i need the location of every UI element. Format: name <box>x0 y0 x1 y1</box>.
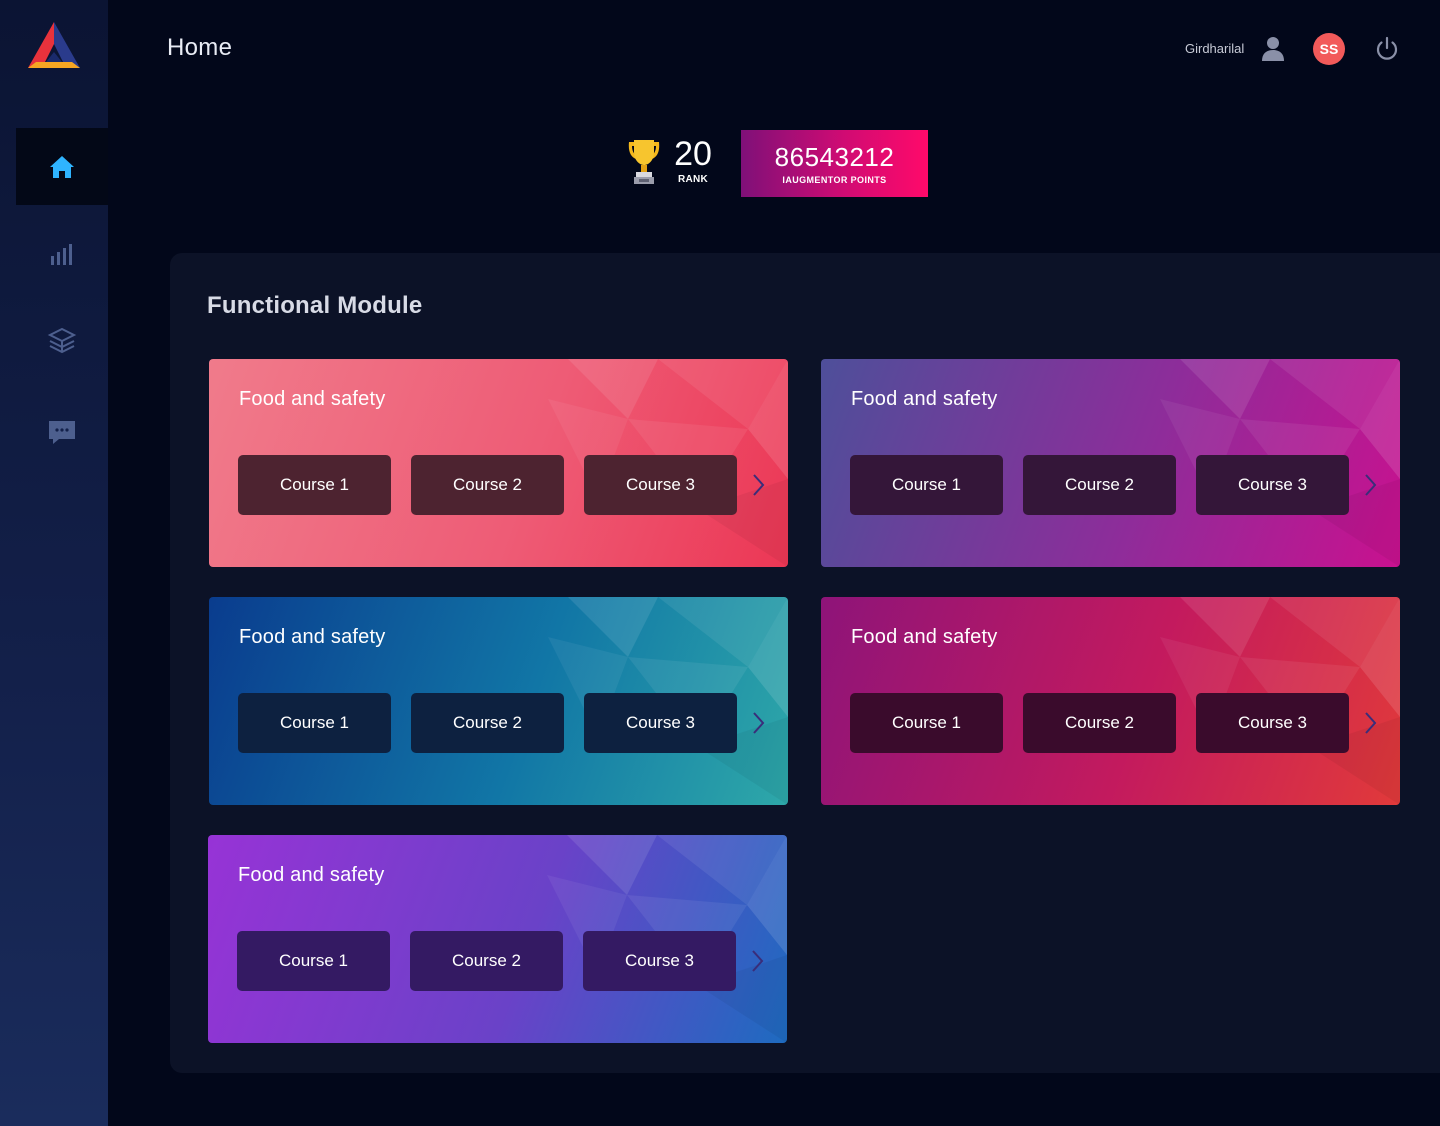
course-1-button[interactable]: Course 1 <box>238 455 391 515</box>
course-3-button[interactable]: Course 3 <box>1196 455 1349 515</box>
avatar[interactable]: SS <box>1313 33 1345 65</box>
card-title: Food and safety <box>238 864 385 886</box>
course-2-button[interactable]: Course 2 <box>1023 693 1176 753</box>
module-card: Food and safety Course 1 Course 2 Course… <box>209 359 788 567</box>
sidebar-item-analytics[interactable] <box>16 215 108 292</box>
app-root: Home Girdharilal SS 20 RANK 86543212 IAU… <box>0 0 1440 1126</box>
user-icon[interactable] <box>1261 36 1285 62</box>
chevron-right-icon[interactable] <box>748 947 766 975</box>
user-name: Girdharilal <box>1185 41 1245 56</box>
card-title: Food and safety <box>239 388 386 410</box>
course-1-button[interactable]: Course 1 <box>238 693 391 753</box>
course-3-button[interactable]: Course 3 <box>1196 693 1349 753</box>
points-badge: 86543212 IAUGMENTOR POINTS <box>741 130 928 197</box>
points-label: IAUGMENTOR POINTS <box>782 175 887 185</box>
course-2-button[interactable]: Course 2 <box>1023 455 1176 515</box>
course-2-button[interactable]: Course 2 <box>411 693 564 753</box>
module-card: Food and safety Course 1 Course 2 Course… <box>209 597 788 805</box>
chevron-right-icon[interactable] <box>749 471 767 499</box>
course-3-button[interactable]: Course 3 <box>584 455 737 515</box>
course-2-button[interactable]: Course 2 <box>410 931 563 991</box>
power-icon[interactable] <box>1373 35 1401 63</box>
course-3-button[interactable]: Course 3 <box>584 693 737 753</box>
card-title: Food and safety <box>239 626 386 648</box>
module-card: Food and safety Course 1 Course 2 Course… <box>821 597 1400 805</box>
course-2-button[interactable]: Course 2 <box>411 455 564 515</box>
sidebar-item-home[interactable] <box>16 128 108 205</box>
rank-label: RANK <box>677 174 709 185</box>
chevron-right-icon[interactable] <box>1361 471 1379 499</box>
section-title: Functional Module <box>207 292 423 319</box>
module-card: Food and safety Course 1 Course 2 Course… <box>821 359 1400 567</box>
points-value: 86543212 <box>774 142 895 172</box>
layers-box-icon <box>47 327 77 353</box>
chevron-right-icon[interactable] <box>749 709 767 737</box>
course-3-button[interactable]: Course 3 <box>583 931 736 991</box>
card-title: Food and safety <box>851 626 998 648</box>
module-card: Food and safety Course 1 Course 2 Course… <box>208 835 787 1043</box>
home-icon <box>50 155 74 178</box>
card-title: Food and safety <box>851 388 998 410</box>
course-1-button[interactable]: Course 1 <box>850 455 1003 515</box>
sidebar-item-messages[interactable] <box>16 393 108 470</box>
sidebar <box>0 0 108 1126</box>
chat-icon <box>49 420 75 444</box>
brand-logo[interactable] <box>26 22 82 70</box>
page-title: Home <box>167 34 233 61</box>
course-1-button[interactable]: Course 1 <box>237 931 390 991</box>
sidebar-item-modules[interactable] <box>16 302 108 379</box>
chevron-right-icon[interactable] <box>1361 709 1379 737</box>
trophy-icon <box>625 138 663 186</box>
bar-chart-icon <box>51 243 72 265</box>
rank-value: 20 <box>674 135 712 173</box>
course-1-button[interactable]: Course 1 <box>850 693 1003 753</box>
